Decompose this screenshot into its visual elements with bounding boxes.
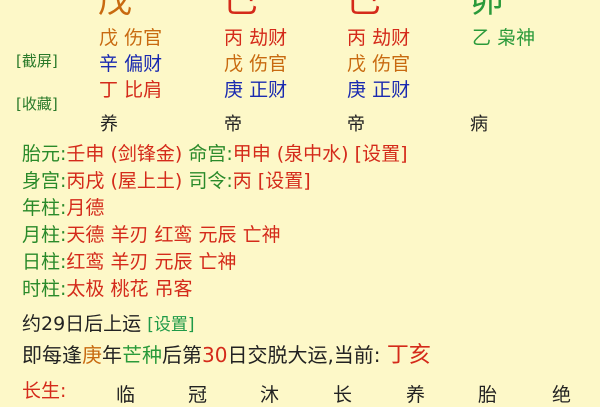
bottom-stage-3: 长 xyxy=(333,384,353,406)
hidden-stems-col2: 丙 劫财 戊 伤官 庚 正财 xyxy=(224,27,287,101)
bottom-stage-row: 长生: xyxy=(22,380,66,402)
shengong-line: 身宫:丙戌 (屋上土) 司令:丙 [设置] xyxy=(22,169,311,193)
hidden-stem-row: 丙 劫财 xyxy=(224,27,288,49)
taiyuan-label: 胎元: xyxy=(22,143,67,165)
stem-day: 巳 xyxy=(347,0,381,21)
pillar-value: 太极 桃花 吊客 xyxy=(66,278,193,300)
luck-start-text: 约29日后上运 xyxy=(22,313,142,335)
hidden-stem-row: 乙 枭神 xyxy=(472,27,536,49)
bottom-stage-5: 胎 xyxy=(478,384,498,406)
hidden-stems-col1: 戊 伤官 辛 偏财 丁 比肩 xyxy=(99,27,162,101)
pillar-label: 日柱: xyxy=(22,251,67,273)
hidden-stems-col4: 乙 枭神 xyxy=(472,27,535,49)
pillar-value: 月德 xyxy=(66,197,105,219)
bottom-stage-1: 冠 xyxy=(188,384,208,406)
pillar-year: 年柱:月德 xyxy=(22,196,104,220)
bottom-stage-2: 沐 xyxy=(260,384,280,406)
bottom-stage-6: 绝 xyxy=(552,384,572,406)
stem-year: 戊 xyxy=(98,0,132,21)
hidden-stem-row: 丁 比肩 xyxy=(99,79,163,101)
pillar-month: 月柱:天德 羊刃 红鸾 元辰 亡神 xyxy=(22,223,281,247)
luck-detail-line: 即每逢庚年芒种后第30日交脱大运,当前: 丁亥 xyxy=(22,343,431,368)
pillar-hour: 时柱:太极 桃花 吊客 xyxy=(22,277,193,301)
life-stage-hour: 病 xyxy=(470,114,488,135)
stem-hour: 卯 xyxy=(470,0,504,21)
shengong-value: 丙戌 (屋上土) xyxy=(66,170,183,192)
minggong-set-button[interactable]: [设置] xyxy=(355,143,408,165)
stem-month: 巳 xyxy=(224,0,258,21)
screenshot-button[interactable]: [截屏] xyxy=(16,50,58,71)
pillar-day: 日柱:红鸾 羊刃 元辰 亡神 xyxy=(22,250,237,274)
minggong-value: 甲申 (泉中水) xyxy=(232,143,349,165)
minggong-label: 命宫: xyxy=(188,143,233,165)
taiyuan-line: 胎元:壬申 (剑锋金) 命宫:甲申 (泉中水) [设置] xyxy=(22,142,407,166)
luck-start-line: 约29日后上运 [设置] xyxy=(22,312,195,337)
pillar-value: 红鸾 羊刃 元辰 亡神 xyxy=(66,251,237,273)
life-stage-month: 帝 xyxy=(224,114,242,135)
hidden-stems-col3: 丙 劫财 戊 伤官 庚 正财 xyxy=(347,27,410,101)
hidden-stem-row: 丙 劫财 xyxy=(347,27,411,49)
siling-label: 司令: xyxy=(188,170,233,192)
hidden-stem-row: 庚 正财 xyxy=(224,79,288,101)
bottom-stage-4: 养 xyxy=(406,384,426,406)
taiyuan-value: 壬申 (剑锋金) xyxy=(66,143,183,165)
siling-value: 丙 xyxy=(232,170,252,192)
pillar-label: 时柱: xyxy=(22,278,67,300)
hidden-stem-row: 戊 伤官 xyxy=(99,27,163,49)
siling-set-button[interactable]: [设置] xyxy=(258,170,311,192)
hidden-stem-row: 戊 伤官 xyxy=(224,53,288,75)
hidden-stem-row: 庚 正财 xyxy=(347,79,411,101)
pillar-label: 月柱: xyxy=(22,224,67,246)
favorite-button[interactable]: [收藏] xyxy=(16,93,58,114)
luck-start-set-button[interactable]: [设置] xyxy=(147,315,194,335)
hidden-stem-row: 戊 伤官 xyxy=(347,53,411,75)
hidden-stem-row: 辛 偏财 xyxy=(99,53,163,75)
life-stage-year: 养 xyxy=(100,114,118,135)
shengong-label: 身宫: xyxy=(22,170,67,192)
current-luck-value: 丁亥 xyxy=(386,343,431,368)
pillar-label: 年柱: xyxy=(22,197,67,219)
life-stage-day: 帝 xyxy=(347,114,365,135)
bottom-stage-label: 长生: xyxy=(22,380,67,402)
bottom-stage-0: 临 xyxy=(116,384,136,406)
pillar-value: 天德 羊刃 红鸾 元辰 亡神 xyxy=(66,224,281,246)
